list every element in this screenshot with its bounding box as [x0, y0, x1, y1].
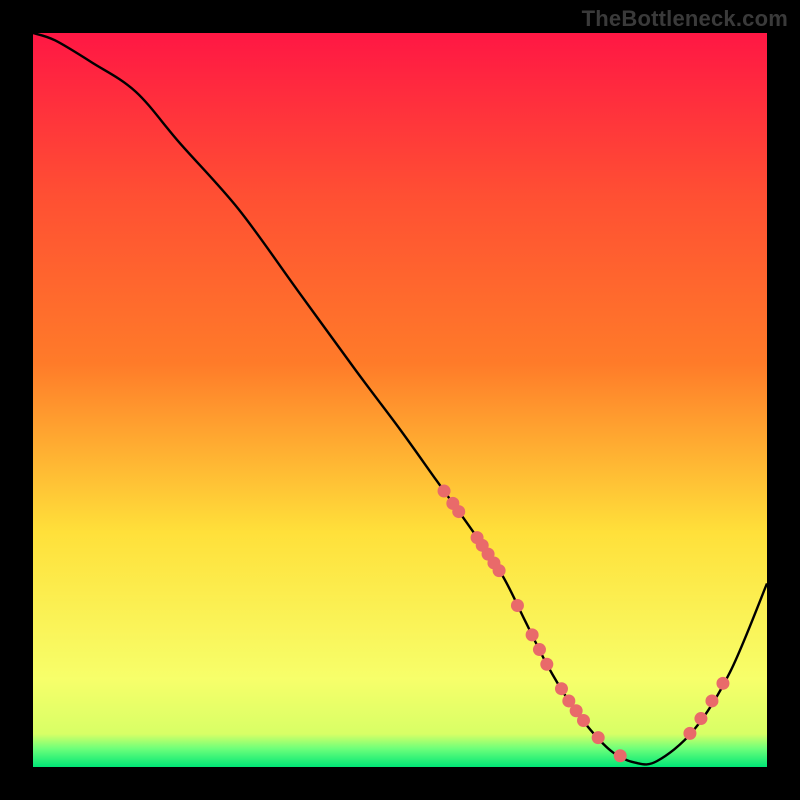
benchmark-point: [493, 564, 506, 577]
gradient-background: [33, 33, 767, 767]
benchmark-point: [511, 599, 524, 612]
benchmark-point: [716, 677, 729, 690]
benchmark-point: [592, 731, 605, 744]
benchmark-point: [705, 694, 718, 707]
chart-stage: TheBottleneck.com: [0, 0, 800, 800]
benchmark-point: [683, 727, 696, 740]
chart-plot-area: [33, 33, 767, 767]
chart-svg: [33, 33, 767, 767]
benchmark-point: [526, 628, 539, 641]
watermark-text: TheBottleneck.com: [582, 6, 788, 32]
benchmark-point: [540, 658, 553, 671]
benchmark-point: [438, 485, 451, 498]
benchmark-point: [555, 682, 568, 695]
benchmark-point: [694, 712, 707, 725]
benchmark-point: [614, 749, 627, 762]
benchmark-point: [533, 643, 546, 656]
benchmark-point: [452, 505, 465, 518]
benchmark-point: [577, 714, 590, 727]
